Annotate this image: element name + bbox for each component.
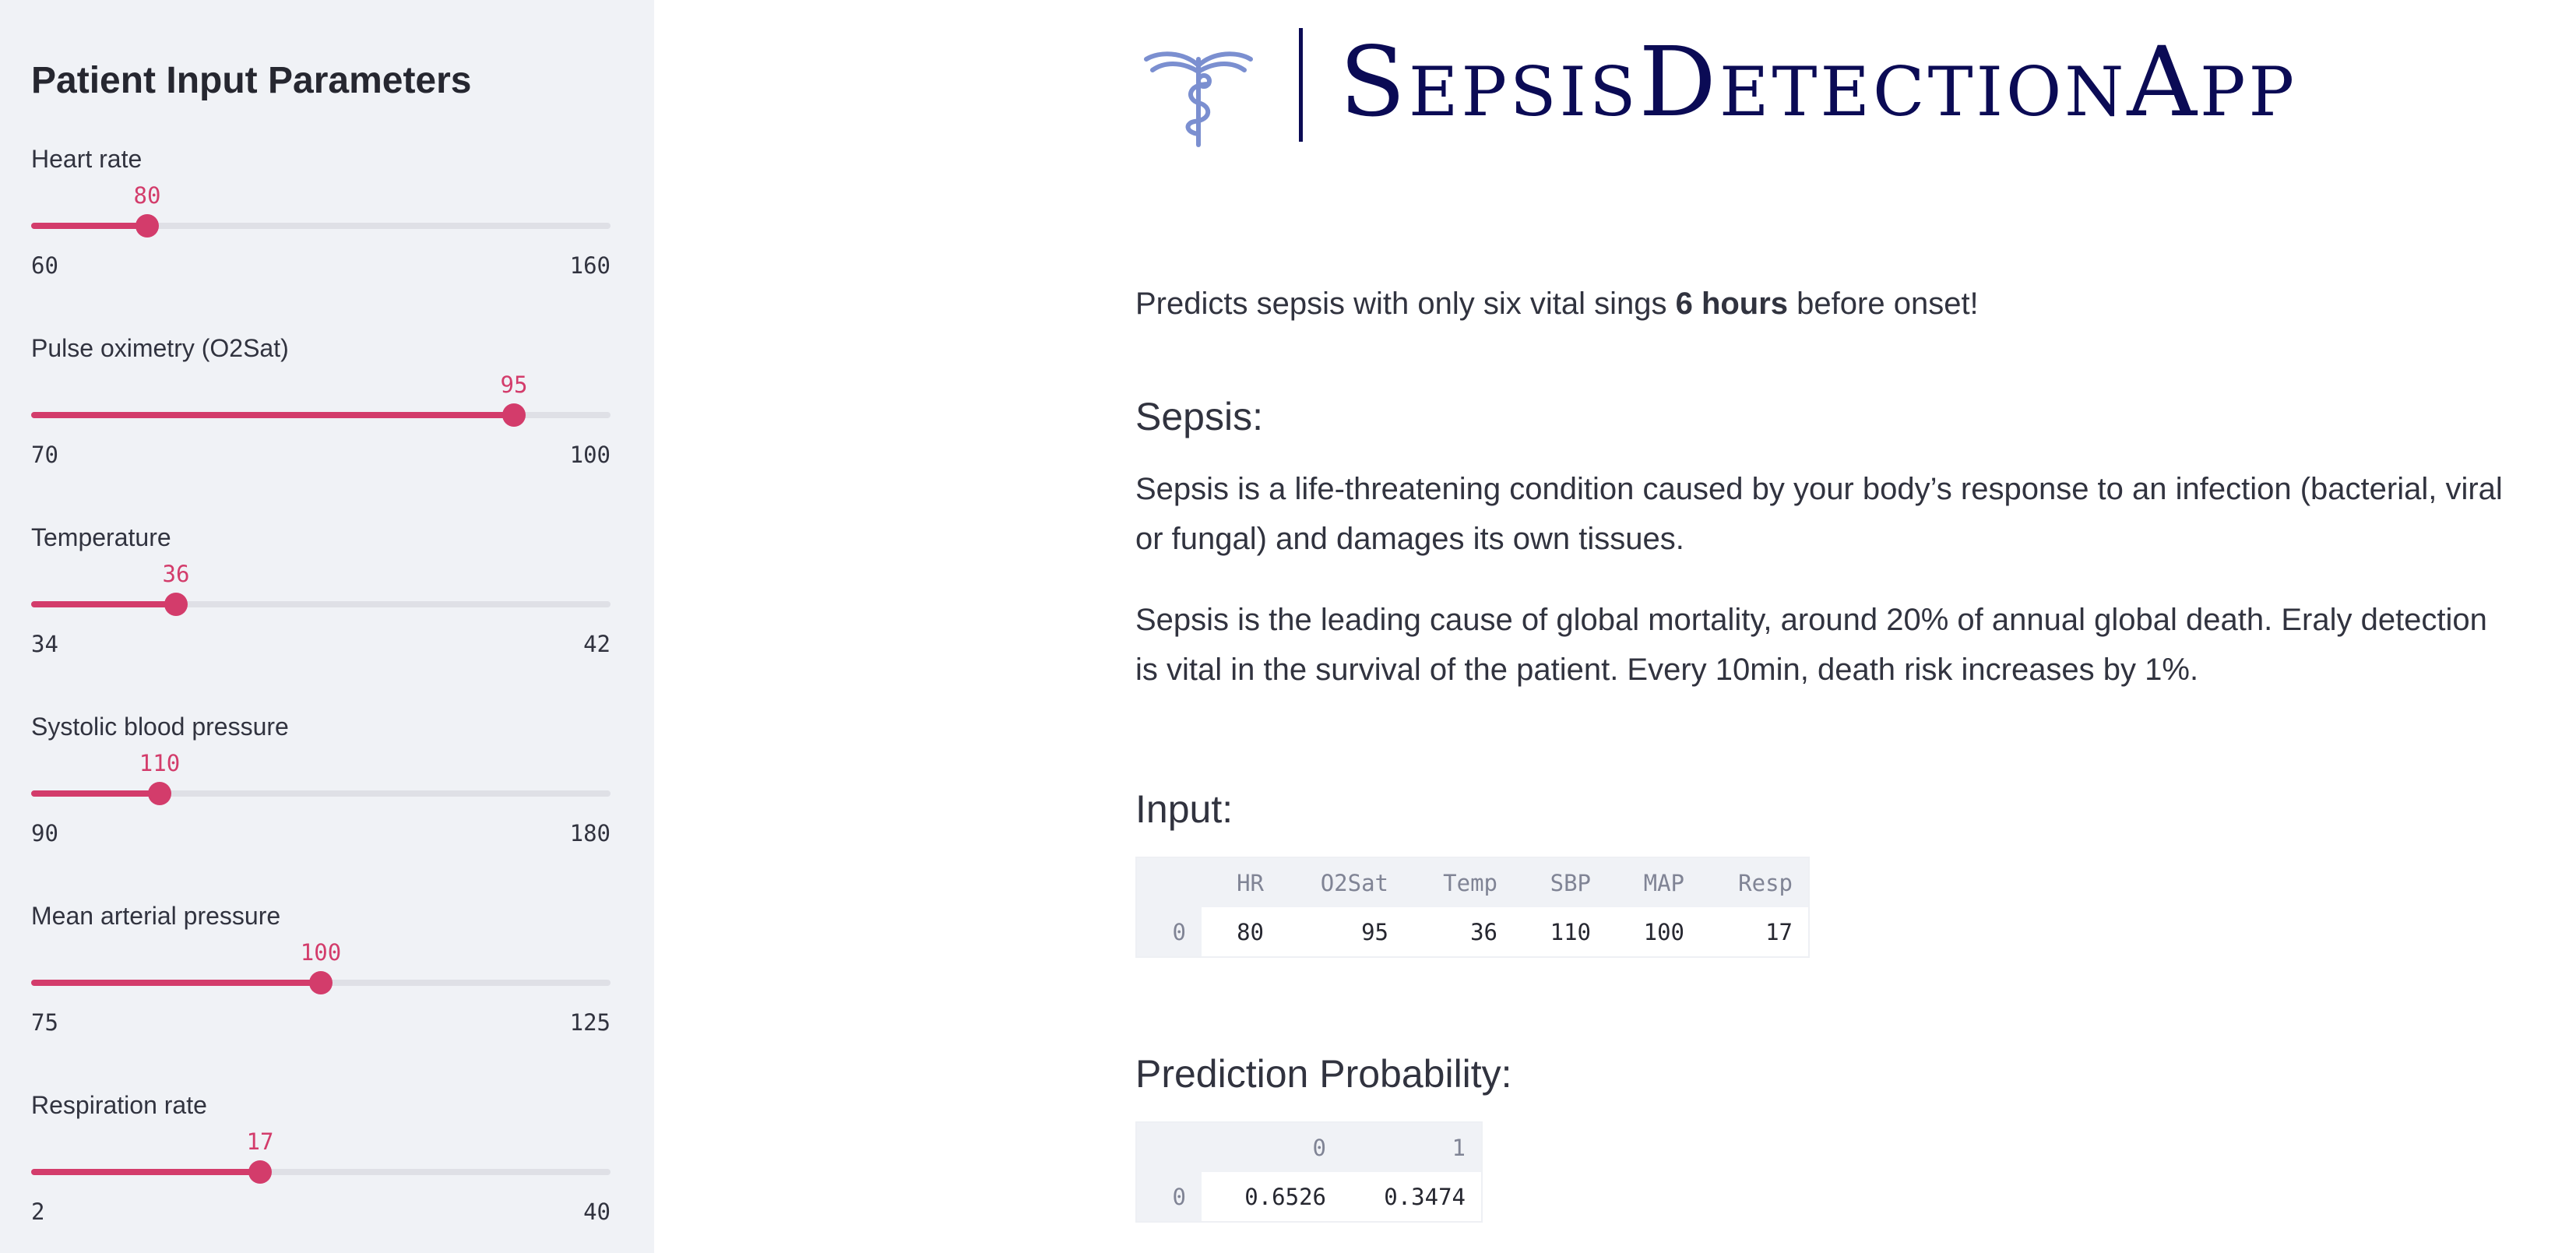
slider-value: 110 (139, 750, 181, 776)
slider-thumb[interactable] (309, 971, 333, 994)
slider-label: Temperature (31, 523, 171, 551)
slider-thumb[interactable] (502, 403, 526, 427)
slider-track[interactable] (31, 223, 611, 229)
slider-thumb[interactable] (135, 214, 159, 238)
table-row: 0 80 95 36 110 100 17 (1136, 907, 1809, 957)
table-cell: 100 (1606, 907, 1700, 957)
slider-track[interactable] (31, 1169, 611, 1175)
slider-thumb[interactable] (148, 782, 171, 805)
logo-divider (1299, 28, 1303, 142)
caduceus-icon (1144, 51, 1253, 147)
column-header[interactable]: MAP (1606, 857, 1700, 907)
input-table: HR O2Sat Temp SBP MAP Resp 0 80 95 36 110 100 17 (1135, 857, 1810, 958)
slider-2[interactable]: Temperature 36 34 42 (31, 523, 611, 679)
slider-label: Pulse oximetry (O2Sat) (31, 334, 289, 362)
row-index: 0 (1136, 907, 1202, 957)
main-content: SepsisDetectionApp Predicts sepsis with … (654, 0, 2576, 1253)
slider-thumb[interactable] (248, 1160, 272, 1184)
sidebar-title: Patient Input Parameters (31, 60, 472, 101)
slider-0[interactable]: Heart rate 80 60 160 (31, 145, 611, 301)
column-header[interactable]: Temp (1404, 857, 1513, 907)
slider-3[interactable]: Systolic blood pressure 110 90 180 (31, 713, 611, 868)
slider-track[interactable] (31, 601, 611, 607)
sidebar: Patient Input Parameters Heart rate 80 60 1… (0, 0, 654, 1253)
slider-label: Heart rate (31, 145, 143, 173)
slider-fill (31, 790, 160, 797)
column-header[interactable]: Resp (1700, 857, 1809, 907)
tagline-end: before onset! (1788, 287, 1979, 321)
column-header[interactable]: O2Sat (1279, 857, 1404, 907)
slider-min: 75 (31, 1009, 58, 1036)
column-header[interactable]: 0 (1202, 1122, 1342, 1172)
row-index: 0 (1136, 1172, 1202, 1222)
table-row: 0 0.6526 0.3474 (1136, 1172, 1482, 1222)
table-cell: 80 (1202, 907, 1279, 957)
slider-value: 100 (300, 939, 342, 966)
table-cell: 36 (1404, 907, 1513, 957)
slider-fill (31, 980, 321, 986)
table-index-header (1136, 857, 1202, 907)
table-cell: 0.3474 (1342, 1172, 1482, 1222)
slider-track[interactable] (31, 790, 611, 797)
slider-label: Mean arterial pressure (31, 902, 281, 930)
slider-label: Respiration rate (31, 1091, 207, 1119)
table-cell: 17 (1700, 907, 1809, 957)
table-cell: 110 (1513, 907, 1606, 957)
slider-value: 36 (162, 561, 190, 587)
column-header[interactable]: SBP (1513, 857, 1606, 907)
slider-thumb[interactable] (164, 593, 188, 616)
table-cell: 95 (1279, 907, 1404, 957)
slider-max: 125 (569, 1009, 611, 1036)
slider-max: 40 (583, 1198, 611, 1225)
slider-fill (31, 601, 176, 607)
prediction-table: 01 0 0.6526 0.3474 (1135, 1121, 1483, 1223)
column-header[interactable]: HR (1202, 857, 1279, 907)
slider-value: 95 (500, 371, 528, 398)
slider-min: 60 (31, 252, 58, 279)
slider-max: 42 (583, 631, 611, 657)
slider-max: 160 (569, 252, 611, 279)
slider-max: 180 (569, 820, 611, 846)
tagline-text: Predicts sepsis with only six vital sing… (1135, 287, 1676, 321)
slider-fill (31, 412, 514, 418)
input-heading: Input: (1135, 787, 1233, 831)
sepsis-paragraph-1: Sepsis is a life-threatening condition c… (1135, 472, 2503, 556)
tagline: Predicts sepsis with only six vital sing… (1135, 287, 1979, 322)
slider-value: 17 (246, 1128, 274, 1155)
slider-fill (31, 1169, 260, 1175)
sepsis-heading: Sepsis: (1135, 395, 1263, 438)
slider-value: 80 (133, 182, 161, 209)
column-header[interactable]: 1 (1342, 1122, 1482, 1172)
slider-max: 100 (569, 442, 611, 468)
sepsis-paragraph-2: Sepsis is the leading cause of global mo… (1135, 603, 2487, 687)
slider-fill (31, 223, 147, 229)
logo-text: SepsisDetectionApp (1339, 26, 2298, 139)
slider-min: 70 (31, 442, 58, 468)
slider-1[interactable]: Pulse oximetry (O2Sat) 95 70 100 (31, 334, 611, 490)
table-index-header (1136, 1122, 1202, 1172)
tagline-bold: 6 hours (1675, 287, 1789, 321)
slider-min: 90 (31, 820, 58, 846)
prediction-heading: Prediction Probability: (1135, 1052, 1512, 1096)
app-logo: SepsisDetectionApp (1140, 28, 2294, 147)
slider-min: 2 (31, 1198, 45, 1225)
slider-5[interactable]: Respiration rate 17 2 40 (31, 1091, 611, 1247)
slider-4[interactable]: Mean arterial pressure 100 75 125 (31, 902, 611, 1058)
slider-label: Systolic blood pressure (31, 713, 289, 741)
slider-min: 34 (31, 631, 58, 657)
table-cell: 0.6526 (1202, 1172, 1342, 1222)
